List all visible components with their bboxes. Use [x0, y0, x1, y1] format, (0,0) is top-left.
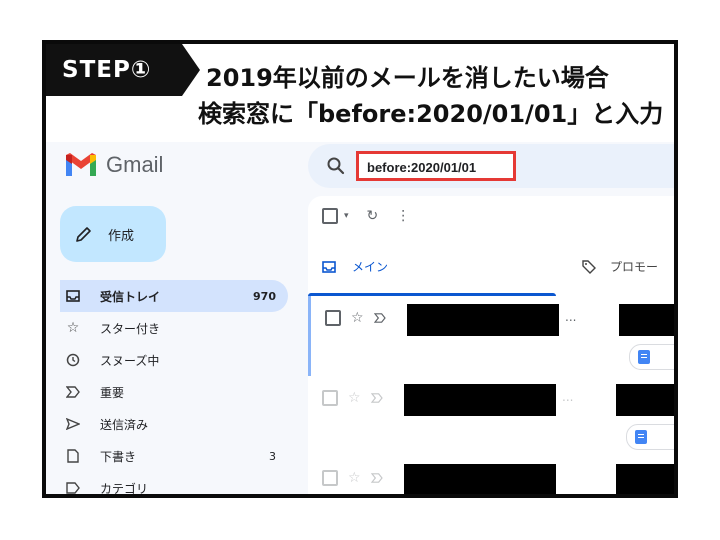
draft-icon — [64, 447, 82, 465]
sidebar-item-sent[interactable]: 送信済み — [60, 408, 288, 440]
row-ellipsis: ... — [562, 390, 574, 404]
search-bar[interactable]: before:2020/01/01 — [308, 144, 674, 188]
sidebar-item-label: 下書き — [100, 449, 137, 464]
sidebar-nav: 受信トレイ 970 ☆ スター付き スヌーズ中 重要 送信済み 下書き 3 カテ… — [60, 280, 288, 496]
redacted-sender — [404, 384, 556, 416]
sidebar-item-starred[interactable]: ☆ スター付き — [60, 312, 288, 344]
star-icon[interactable]: ☆ — [348, 390, 361, 406]
mail-list-panel: ▾ ↻ ⋮ メイン プロモー ☆ ... ☆ ... ☆ — [308, 196, 674, 494]
category-tabs: メイン プロモー — [308, 246, 674, 296]
sidebar-item-label: カテゴリ — [100, 481, 149, 496]
sidebar-item-snoozed[interactable]: スヌーズ中 — [60, 344, 288, 376]
attachment-chip[interactable] — [626, 424, 674, 450]
row-controls: ☆ — [322, 390, 393, 406]
tab-promotions[interactable]: プロモー — [582, 258, 658, 275]
step-arrow-shape — [182, 44, 200, 96]
sidebar-item-label: 重要 — [100, 385, 125, 400]
compose-label: 作成 — [108, 228, 135, 244]
gmail-screenshot: Gmail before:2020/01/01 作成 受信トレイ 970 ☆ ス… — [46, 142, 674, 496]
redacted-subject — [616, 464, 674, 494]
clock-icon — [64, 351, 82, 369]
sidebar-item-label: スター付き — [100, 321, 161, 336]
send-icon — [64, 415, 82, 433]
caret-down-icon: ▾ — [344, 211, 349, 221]
refresh-button[interactable]: ↻ — [367, 208, 379, 224]
sidebar-item-label: スヌーズ中 — [100, 353, 160, 368]
checkbox-icon — [322, 208, 338, 224]
tab-main-label: メイン — [352, 260, 389, 274]
tab-promotions-label: プロモー — [610, 260, 659, 274]
inbox-icon — [322, 260, 336, 273]
row-ellipsis: ... — [565, 310, 577, 324]
refresh-icon: ↻ — [366, 208, 379, 224]
sidebar-item-inbox[interactable]: 受信トレイ 970 — [60, 280, 288, 312]
more-options-button[interactable]: ⋮ — [396, 208, 410, 224]
category-icon — [64, 479, 82, 494]
search-icon[interactable] — [326, 156, 346, 176]
star-icon[interactable]: ☆ — [351, 310, 364, 326]
caption: STEP① 2019年以前のメールを消したい場合 検索窓に「before:202… — [46, 44, 674, 140]
attachment-chip[interactable] — [629, 344, 674, 370]
sidebar-item-label: 送信済み — [100, 417, 149, 432]
row-checkbox[interactable] — [325, 310, 341, 326]
step-badge: STEP① — [46, 44, 182, 96]
tag-icon — [582, 259, 596, 274]
document-icon — [635, 430, 647, 444]
redacted-subject — [616, 384, 674, 416]
mail-row[interactable]: ☆ ... — [308, 376, 674, 456]
inbox-count: 970 — [253, 289, 276, 303]
row-controls: ☆ — [322, 470, 393, 486]
select-all-checkbox[interactable]: ▾ — [322, 208, 349, 224]
sidebar-item-important[interactable]: 重要 — [60, 376, 288, 408]
star-icon[interactable]: ☆ — [348, 470, 361, 486]
mail-row[interactable]: ☆ ... — [308, 296, 674, 376]
more-vert-icon: ⋮ — [396, 208, 411, 224]
sidebar-item-categories[interactable]: カテゴリ — [60, 472, 288, 496]
gmail-wordmark: Gmail — [106, 152, 164, 177]
row-checkbox[interactable] — [322, 470, 338, 486]
important-icon — [64, 383, 82, 401]
caption-line-2: 検索窓に「before:2020/01/01」と入力 — [198, 100, 664, 128]
tutorial-frame: STEP① 2019年以前のメールを消したい場合 検索窓に「before:202… — [42, 40, 678, 498]
important-icon[interactable] — [370, 473, 383, 483]
sidebar-item-label: 受信トレイ — [100, 289, 161, 304]
redacted-sender — [404, 464, 556, 494]
redacted-subject — [619, 304, 674, 336]
mail-row[interactable]: ☆ — [308, 456, 674, 494]
row-checkbox[interactable] — [322, 390, 338, 406]
drafts-count: 3 — [269, 449, 276, 463]
star-icon: ☆ — [66, 320, 80, 336]
caption-line-1: 2019年以前のメールを消したい場合 — [206, 64, 609, 92]
sidebar-item-drafts[interactable]: 下書き 3 — [60, 440, 288, 472]
tab-main[interactable]: メイン — [322, 258, 388, 275]
gmail-logo[interactable]: Gmail — [64, 152, 163, 178]
pencil-icon — [76, 227, 91, 242]
inbox-icon — [64, 287, 82, 305]
list-toolbar: ▾ ↻ ⋮ — [322, 208, 428, 224]
gmail-m-icon — [66, 153, 96, 176]
row-controls: ☆ — [325, 310, 396, 326]
document-icon — [638, 350, 650, 364]
compose-button[interactable]: 作成 — [60, 206, 166, 262]
important-icon[interactable] — [370, 393, 383, 403]
redacted-sender — [407, 304, 559, 336]
important-icon[interactable] — [373, 313, 386, 323]
search-input[interactable]: before:2020/01/01 — [356, 151, 516, 181]
